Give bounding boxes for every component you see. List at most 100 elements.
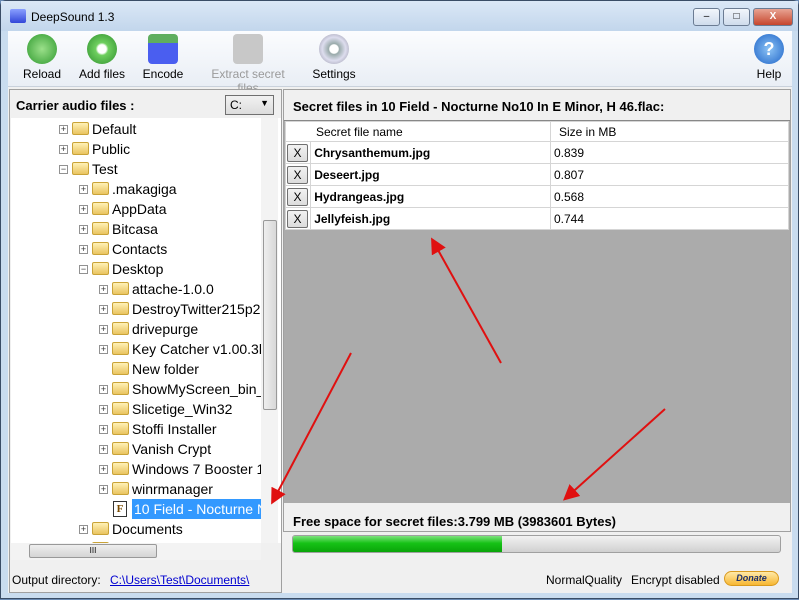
drive-value: C: xyxy=(230,98,242,112)
expand-icon[interactable]: + xyxy=(99,445,108,454)
expand-icon[interactable]: + xyxy=(99,485,108,494)
encode-button[interactable]: Encode xyxy=(141,34,185,81)
column-header-name[interactable]: Secret file name xyxy=(285,121,551,142)
expand-icon[interactable]: + xyxy=(79,185,88,194)
expand-icon[interactable]: + xyxy=(79,245,88,254)
encode-icon xyxy=(148,34,178,64)
carrier-heading: Carrier audio files : xyxy=(16,98,135,113)
encode-label: Encode xyxy=(142,67,184,81)
extract-button[interactable]: Extract secret files xyxy=(200,34,296,95)
quality-status: NormalQuality xyxy=(546,573,623,587)
expand-icon[interactable]: + xyxy=(99,285,108,294)
tree-item-label: Bitcasa xyxy=(112,221,158,237)
table-row[interactable]: X Hydrangeas.jpg 0.568 xyxy=(284,185,789,208)
collapse-icon[interactable]: − xyxy=(59,165,68,174)
progress-fill xyxy=(293,536,503,552)
file-size-cell: 0.744 xyxy=(550,207,789,230)
window-title: DeepSound 1.3 xyxy=(31,10,115,24)
folder-icon xyxy=(112,302,129,315)
minimize-button[interactable]: – xyxy=(693,8,720,26)
expand-icon[interactable]: + xyxy=(79,225,88,234)
scroll-thumb[interactable] xyxy=(263,220,277,410)
add-icon xyxy=(87,34,117,64)
file-name-cell: Jellyfeish.jpg xyxy=(310,207,551,230)
expand-icon[interactable]: + xyxy=(99,325,108,334)
free-space-progress xyxy=(292,535,781,553)
output-dir-label: Output directory: xyxy=(12,573,101,587)
folder-icon xyxy=(92,222,109,235)
tree-item-label: winrmanager xyxy=(132,481,213,497)
column-header-size[interactable]: Size in MB xyxy=(550,121,789,142)
maximize-button[interactable]: □ xyxy=(723,8,750,26)
gear-icon xyxy=(319,34,349,64)
donate-button[interactable]: Donate xyxy=(724,571,779,586)
app-window: DeepSound 1.3 – □ X Reload Add files Enc… xyxy=(0,0,799,599)
tree-item-label: DestroyTwitter215p2 xyxy=(132,301,261,317)
help-button[interactable]: ? Help xyxy=(752,34,786,81)
remove-file-button[interactable]: X xyxy=(287,143,308,162)
reload-icon xyxy=(27,34,57,64)
flac-file-icon: F xyxy=(113,501,127,517)
tree-item-label: Public xyxy=(92,141,131,157)
folder-tree[interactable]: +Downloads+DocumentsF10 Field - Nocturne… xyxy=(11,118,281,543)
reload-button[interactable]: Reload xyxy=(22,34,62,81)
chevron-down-icon: ▼ xyxy=(260,98,269,108)
folder-icon xyxy=(112,462,129,475)
carrier-panel: Carrier audio files : C:▼ +Downloads+Doc… xyxy=(9,89,282,593)
folder-icon xyxy=(112,482,129,495)
table-row[interactable]: X Deseert.jpg 0.807 xyxy=(284,163,789,186)
folder-icon xyxy=(92,202,109,215)
tree-item-label: Windows 7 Booster 1 xyxy=(132,461,265,477)
close-button[interactable]: X xyxy=(753,8,793,26)
tree-item-label: drivepurge xyxy=(132,321,199,337)
expand-icon[interactable]: + xyxy=(99,465,108,474)
expand-icon[interactable]: + xyxy=(99,425,108,434)
file-size-cell: 0.807 xyxy=(550,163,789,186)
folder-icon xyxy=(92,242,109,255)
toolbar: Reload Add files Encode Extract secret f… xyxy=(8,31,792,95)
hscroll-thumb[interactable]: III xyxy=(29,544,157,558)
tree-item-label: attache-1.0.0 xyxy=(132,281,214,297)
tree-item-label: Documents xyxy=(112,521,183,537)
folder-icon xyxy=(112,442,129,455)
help-label: Help xyxy=(756,67,782,81)
add-files-label: Add files xyxy=(78,67,126,81)
expand-icon[interactable]: + xyxy=(59,145,68,154)
expand-icon[interactable]: + xyxy=(99,345,108,354)
extract-icon xyxy=(233,34,263,64)
vertical-scrollbar[interactable] xyxy=(261,118,278,543)
expand-icon[interactable]: + xyxy=(99,305,108,314)
remove-file-button[interactable]: X xyxy=(287,209,308,228)
folder-icon xyxy=(112,342,129,355)
folder-icon xyxy=(112,382,129,395)
folder-icon xyxy=(92,262,109,275)
expand-icon[interactable]: + xyxy=(59,125,68,134)
tree-item-label: AppData xyxy=(112,201,167,217)
settings-label: Settings xyxy=(312,67,356,81)
add-files-button[interactable]: Add files xyxy=(77,34,127,81)
folder-icon xyxy=(92,522,109,535)
folder-icon xyxy=(72,122,89,135)
encrypt-status: Encrypt disabled xyxy=(631,573,720,587)
status-bar: Output directory: C:\Users\Test\Document… xyxy=(8,567,792,593)
app-icon xyxy=(10,9,26,23)
expand-icon[interactable]: + xyxy=(99,405,108,414)
collapse-icon[interactable]: − xyxy=(79,265,88,274)
remove-file-button[interactable]: X xyxy=(287,187,308,206)
expand-icon[interactable]: + xyxy=(79,205,88,214)
horizontal-scrollbar[interactable]: III xyxy=(11,543,261,560)
expand-icon[interactable]: + xyxy=(99,385,108,394)
expand-icon[interactable]: + xyxy=(79,525,88,534)
tree-item-label: Contacts xyxy=(112,241,168,257)
reload-label: Reload xyxy=(22,67,62,81)
folder-icon xyxy=(112,282,129,295)
settings-button[interactable]: Settings xyxy=(311,34,357,81)
remove-file-button[interactable]: X xyxy=(287,165,308,184)
help-icon: ? xyxy=(754,34,784,64)
file-name-cell: Chrysanthemum.jpg xyxy=(310,141,551,164)
table-row[interactable]: X Chrysanthemum.jpg 0.839 xyxy=(284,141,789,164)
drive-select[interactable]: C: ▼ xyxy=(225,95,274,115)
tree-item-label: New folder xyxy=(132,361,199,377)
table-row[interactable]: X Jellyfeish.jpg 0.744 xyxy=(284,207,789,230)
output-dir-link[interactable]: C:\Users\Test\Documents\ xyxy=(110,573,249,587)
